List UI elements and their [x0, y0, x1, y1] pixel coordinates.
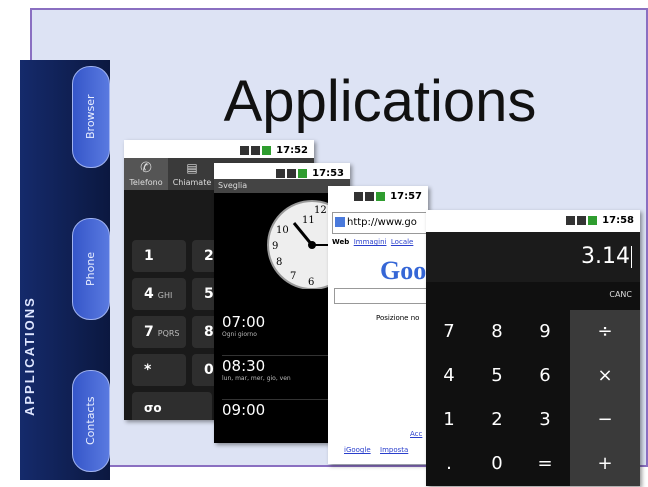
sidebar-vertical-label: APPLICATIONS	[22, 296, 37, 416]
clock-number: 11	[302, 215, 315, 226]
calc-key-plus[interactable]: +	[570, 442, 640, 486]
dial-key-7[interactable]: 7 PQRS	[132, 316, 186, 348]
network-3g-icon	[275, 168, 285, 178]
clock-number: 8	[276, 257, 282, 268]
signal-icon	[576, 215, 586, 225]
tab-chiamate[interactable]: ▤ Chiamate	[170, 158, 214, 190]
tab-telefono[interactable]: ✆ Telefono	[124, 158, 168, 190]
footer-link-imposta[interactable]: Imposta	[380, 446, 408, 454]
status-bar: 17:57	[328, 186, 428, 208]
calc-key-0[interactable]: 0	[474, 442, 520, 486]
call-log-icon: ▤	[186, 161, 198, 175]
position-text: Posizione no	[376, 314, 420, 322]
link-immagini[interactable]: Immagini	[354, 238, 387, 246]
calc-key-4[interactable]: 4	[426, 354, 472, 398]
dial-key-4[interactable]: 4 GHI	[132, 278, 186, 310]
text-cursor	[631, 246, 632, 268]
voicemail-icon: σο	[144, 401, 162, 415]
battery-icon	[375, 191, 385, 201]
clear-button[interactable]: CANC	[572, 282, 632, 308]
dial-key-1[interactable]: 1	[132, 240, 186, 272]
calc-key-divide[interactable]: ÷	[570, 310, 640, 354]
clock-number: 7	[290, 271, 296, 282]
calc-key-7[interactable]: 7	[426, 310, 472, 354]
calc-key-3[interactable]: 3	[522, 398, 568, 442]
footer-link[interactable]: Acc	[410, 430, 422, 438]
google-nav-links: Web Immagini Locale	[332, 238, 413, 246]
calc-key-1[interactable]: 1	[426, 398, 472, 442]
url-bar[interactable]: http://www.go	[332, 212, 428, 234]
clock-number: 12	[314, 205, 327, 216]
network-3g-icon	[353, 191, 363, 201]
applications-sidebar: APPLICATIONS Browser Phone Contacts	[20, 60, 110, 480]
battery-icon	[297, 168, 307, 178]
link-web[interactable]: Web	[332, 238, 349, 246]
sidebar-button-contacts[interactable]: Contacts	[72, 370, 110, 472]
phone-icon: ✆	[140, 160, 152, 176]
link-locale[interactable]: Locale	[391, 238, 413, 246]
calc-key-minus[interactable]: −	[570, 398, 640, 442]
footer-link-igoogle[interactable]: iGoogle	[344, 446, 371, 454]
google-search-input[interactable]	[334, 288, 428, 304]
calculator-display[interactable]: 3.14	[426, 232, 640, 282]
battery-icon	[587, 215, 597, 225]
clock-number: 10	[276, 225, 289, 236]
sidebar-button-phone[interactable]: Phone	[72, 218, 110, 320]
calculator-screen: 17:58 3.14 CANC 7 8 9 ÷ 4 5 6 × 1 2 3 − …	[426, 210, 640, 486]
calc-key-6[interactable]: 6	[522, 354, 568, 398]
signal-icon	[286, 168, 296, 178]
clock-number: 6	[308, 277, 314, 288]
google-logo: Goo	[380, 256, 427, 285]
status-bar: 17:58	[426, 210, 640, 232]
network-3g-icon	[565, 215, 575, 225]
calc-key-multiply[interactable]: ×	[570, 354, 640, 398]
dial-key-star[interactable]: *	[132, 354, 186, 386]
browser-screen: 17:57 http://www.go Web Immagini Locale …	[328, 186, 428, 464]
voicemail-button[interactable]: σο	[132, 392, 212, 420]
signal-icon	[364, 191, 374, 201]
sidebar-button-browser[interactable]: Browser	[72, 66, 110, 168]
network-3g-icon	[239, 145, 249, 155]
calc-key-8[interactable]: 8	[474, 310, 520, 354]
slide-title: Applications	[223, 69, 537, 134]
favicon-icon	[335, 217, 345, 227]
calc-key-9[interactable]: 9	[522, 310, 568, 354]
clock-number: 9	[272, 241, 278, 252]
signal-icon	[250, 145, 260, 155]
calc-key-5[interactable]: 5	[474, 354, 520, 398]
calc-key-dot[interactable]: .	[426, 442, 472, 486]
calc-key-equals[interactable]: =	[522, 442, 568, 486]
battery-icon	[261, 145, 271, 155]
calc-key-2[interactable]: 2	[474, 398, 520, 442]
